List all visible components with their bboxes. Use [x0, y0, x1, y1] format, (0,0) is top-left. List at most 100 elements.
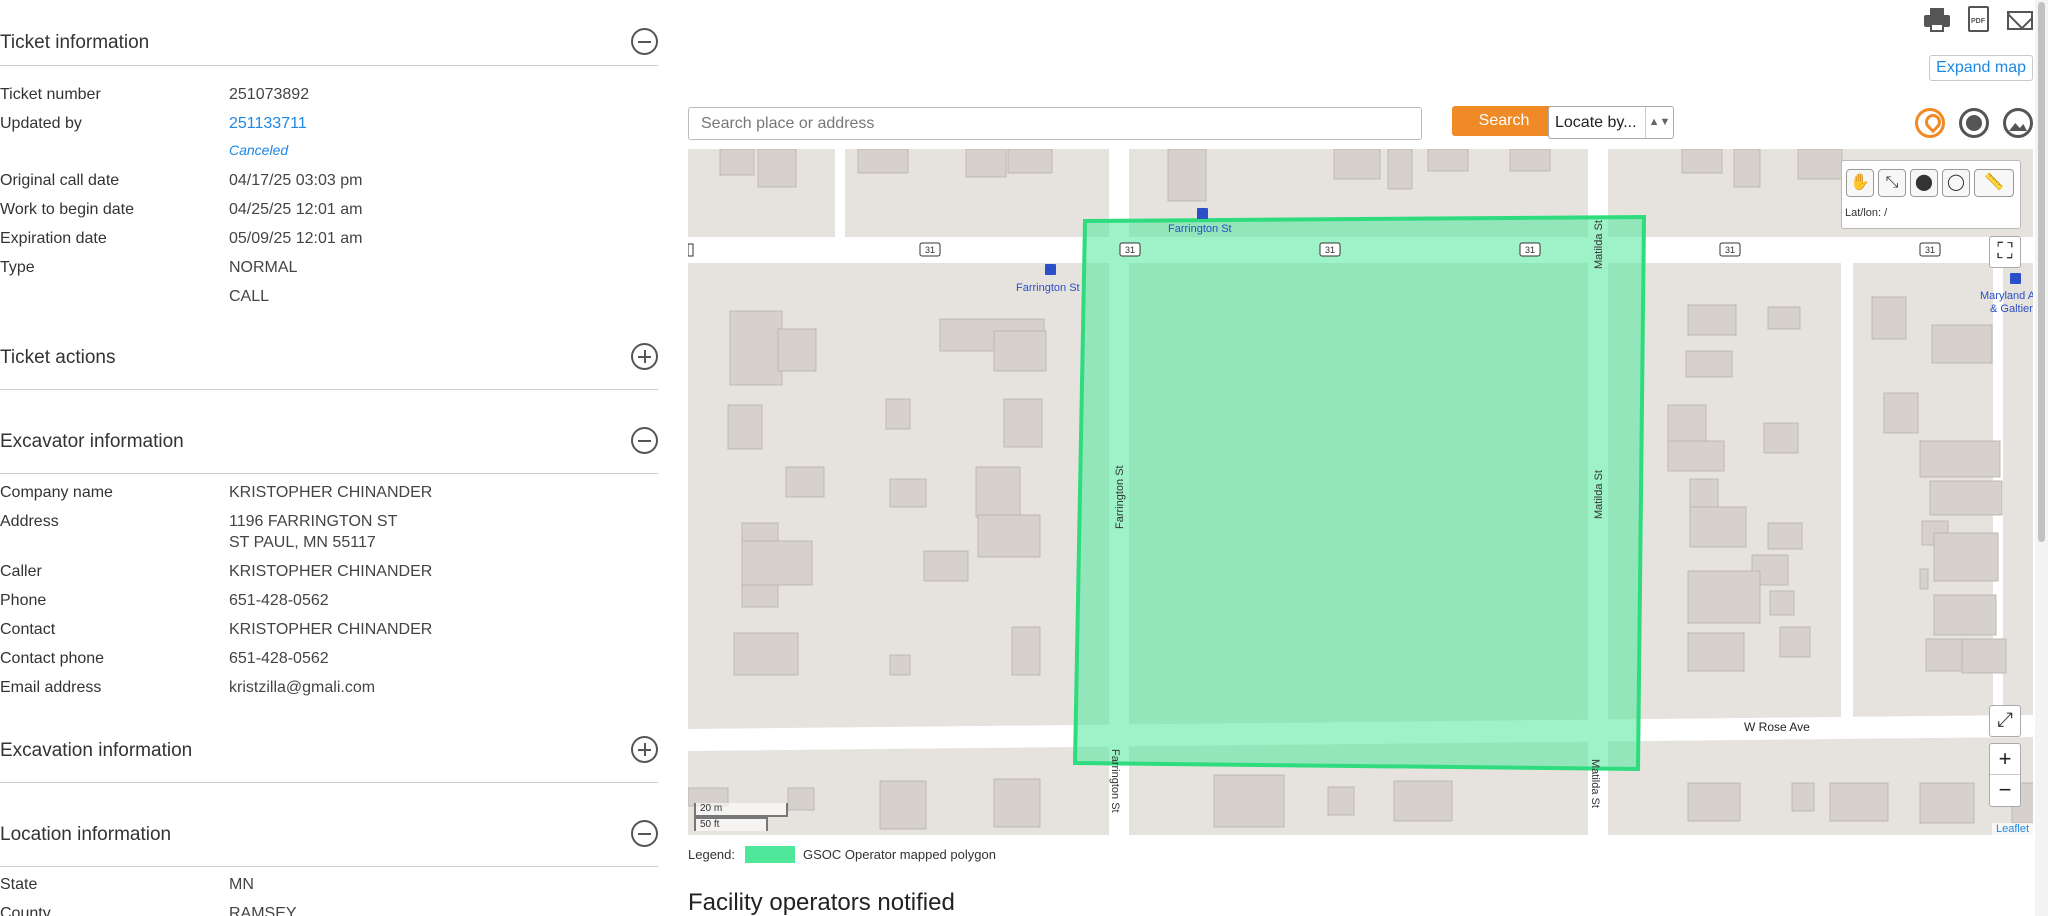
- field-label: Ticket number: [0, 86, 101, 103]
- route-shield-label: 31: [1325, 245, 1335, 255]
- map-basemap: 31 31 31 31 31 31 Farrington St Farringt…: [688, 149, 2033, 835]
- route-shield-label: 31: [925, 245, 935, 255]
- phone-number: 651-428-0562: [229, 592, 329, 609]
- zoom-control: + −: [1989, 743, 2021, 807]
- zoom-out-button[interactable]: −: [1990, 775, 2020, 806]
- route-shield-label: 31: [1525, 245, 1535, 255]
- status-badge: Canceled: [229, 142, 289, 158]
- marker-outline-icon[interactable]: ◯: [1942, 169, 1970, 197]
- pan-hand-icon[interactable]: ✋: [1846, 169, 1874, 197]
- legend-label: Legend:: [688, 847, 735, 862]
- section-title: Ticket actions: [0, 347, 116, 368]
- address-line-2: ST PAUL, MN 55117: [229, 534, 376, 551]
- layer-switcher: [1915, 108, 2033, 138]
- svg-text:Matilda St: Matilda St: [1593, 470, 1605, 519]
- facility-operators-title: Facility operators notified: [688, 889, 955, 916]
- contact-phone: 651-428-0562: [229, 650, 329, 667]
- map-tools-panel: ✋ ⤡ ⬤ ◯ 📏 Lat/lon: /: [1841, 160, 2021, 229]
- ticket-type: NORMAL: [229, 259, 298, 276]
- collapse-icon[interactable]: [631, 28, 658, 55]
- field-label: State: [0, 876, 38, 893]
- printer-icon[interactable]: [1924, 6, 1950, 34]
- ticket-actions-header[interactable]: Ticket actions: [0, 343, 658, 390]
- field-label: Expiration date: [0, 230, 107, 247]
- field-label: Caller: [0, 563, 42, 580]
- leaflet-attribution[interactable]: Leaflet: [1991, 823, 2033, 835]
- scale-imperial: 50 ft: [694, 817, 768, 831]
- address-line-1: 1196 FARRINGTON ST: [229, 513, 398, 530]
- svg-text:Farrington St: Farrington St: [1109, 749, 1121, 813]
- search-input[interactable]: [688, 107, 1422, 140]
- legend-swatch: [745, 846, 795, 863]
- svg-text:Maryland A: Maryland A: [1980, 290, 2033, 302]
- work-begin-date: 04/25/25 12:01 am: [229, 201, 363, 218]
- zoom-in-button[interactable]: +: [1990, 744, 2020, 775]
- ticket-number: 251073892: [229, 86, 310, 103]
- pdf-icon-text: PDF: [1971, 18, 1985, 25]
- page-scrollbar[interactable]: [2035, 0, 2048, 916]
- locate-by-value: Locate by...: [1555, 114, 1637, 131]
- locate-by-select[interactable]: Locate by... ▲▼: [1548, 106, 1674, 139]
- scroll-thumb[interactable]: [2038, 2, 2045, 542]
- expand-map-button[interactable]: Expand map: [1929, 55, 2033, 81]
- draw-line-icon[interactable]: ⤡: [1878, 169, 1906, 197]
- svg-text:Farrington St: Farrington St: [1114, 465, 1126, 529]
- pin-icon[interactable]: ⬤: [1910, 169, 1938, 197]
- contact-name: KRISTOPHER CHINANDER: [229, 621, 433, 638]
- field-label: Updated by: [0, 115, 82, 132]
- section-title: Excavation information: [0, 740, 193, 761]
- chevron-updown-icon: ▲▼: [1645, 107, 1673, 138]
- expand-icon[interactable]: [631, 736, 658, 763]
- legend-item: GSOC Operator mapped polygon: [803, 847, 996, 862]
- ticket-info-header[interactable]: Ticket information: [0, 28, 658, 66]
- field-label: Address: [0, 513, 59, 530]
- satellite-layer-icon[interactable]: [1959, 108, 1989, 138]
- search-button[interactable]: Search: [1452, 106, 1556, 136]
- mail-icon[interactable]: [2007, 11, 2033, 30]
- street-layer-icon[interactable]: [1915, 108, 1945, 138]
- route-shield-label: 31: [1925, 245, 1935, 255]
- county-value: RAMSEY: [229, 905, 297, 916]
- section-title: Location information: [0, 824, 172, 845]
- state-value: MN: [229, 876, 254, 893]
- excavation-info-header[interactable]: Excavation information: [0, 736, 658, 783]
- excavator-info-header[interactable]: Excavator information: [0, 427, 658, 474]
- svg-text:& Galtier: & Galtier: [1990, 303, 2033, 315]
- field-label: Contact phone: [0, 650, 105, 667]
- original-call-date: 04/17/25 03:03 pm: [229, 172, 363, 189]
- ticket-details-panel: Ticket information Ticket number 2510738…: [0, 0, 660, 916]
- caller-name: KRISTOPHER CHINANDER: [229, 563, 433, 580]
- ruler-icon[interactable]: 📏: [1974, 169, 2014, 197]
- field-label: Original call date: [0, 172, 120, 189]
- field-label: Phone: [0, 592, 47, 609]
- field-label: County: [0, 905, 51, 916]
- terrain-layer-icon[interactable]: [2003, 108, 2033, 138]
- svg-text:Farrington St: Farrington St: [1016, 282, 1080, 294]
- map-scale: 20 m 50 ft: [694, 803, 788, 831]
- map-canvas[interactable]: 31 31 31 31 31 31 Farrington St Farringt…: [688, 149, 2033, 835]
- pdf-icon[interactable]: PDF: [1968, 6, 1989, 32]
- svg-text:Farrington St: Farrington St: [1168, 223, 1232, 235]
- map-legend: Legend: GSOC Operator mapped polygon: [688, 846, 996, 863]
- field-label: Contact: [0, 621, 56, 638]
- road-alley: [835, 149, 845, 237]
- location-info-header[interactable]: Location information: [0, 820, 658, 867]
- route-shield-label: 31: [1725, 245, 1735, 255]
- svg-text:Matilda St: Matilda St: [1589, 759, 1601, 808]
- route-shield-label: 31: [1125, 245, 1135, 255]
- updated-by-link[interactable]: 251133711: [229, 113, 307, 134]
- company-name: KRISTOPHER CHINANDER: [229, 484, 433, 501]
- svg-text:W Rose Ave: W Rose Ave: [1744, 720, 1810, 734]
- field-label: Work to begin date: [0, 201, 135, 218]
- email-address: kristzilla@gmali.com: [229, 679, 376, 696]
- section-title: Ticket information: [0, 32, 150, 53]
- expand-icon[interactable]: [631, 343, 658, 370]
- collapse-icon[interactable]: [631, 820, 658, 847]
- gsoc-polygon[interactable]: [1072, 214, 1647, 772]
- map-panel: PDF Expand map Search Locate by... ▲▼: [688, 0, 2033, 916]
- field-label: Company name: [0, 484, 113, 501]
- export-toolbar: PDF: [1924, 6, 2033, 34]
- fullscreen-icon[interactable]: ⤢: [1989, 705, 2021, 737]
- collapse-icon[interactable]: [631, 427, 658, 454]
- fit-bounds-icon[interactable]: ⛶: [1989, 236, 2021, 268]
